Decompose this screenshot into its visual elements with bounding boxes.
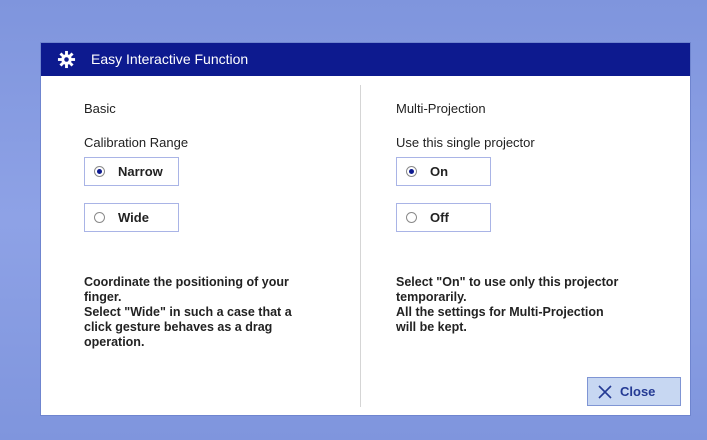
calibration-range-label: Calibration Range <box>84 135 189 150</box>
option-on-label: On <box>430 164 449 179</box>
dialog-title: Easy Interactive Function <box>91 51 249 67</box>
gear-icon <box>57 50 76 69</box>
radio-selected-icon <box>94 166 105 177</box>
option-off[interactable]: Off <box>396 203 491 232</box>
radio-unselected-icon <box>406 212 417 223</box>
close-button-label: Close <box>620 384 656 399</box>
option-narrow-label: Narrow <box>118 164 163 179</box>
radio-selected-icon <box>406 166 417 177</box>
single-projector-label: Use this single projector <box>396 135 535 150</box>
multi-projection-description: Select "On" to use only this projector t… <box>396 275 619 334</box>
option-on[interactable]: On <box>396 157 491 186</box>
basic-section-title: Basic <box>84 101 116 116</box>
basic-description: Coordinate the positioning of your finge… <box>84 275 292 349</box>
option-off-label: Off <box>430 210 449 225</box>
option-wide[interactable]: Wide <box>84 203 179 232</box>
radio-unselected-icon <box>94 212 105 223</box>
easy-interactive-dialog: Easy Interactive Function Basic Calibrat… <box>41 43 690 415</box>
option-wide-label: Wide <box>118 210 149 225</box>
column-divider <box>360 85 361 407</box>
dialog-titlebar: Easy Interactive Function <box>41 43 690 76</box>
close-icon <box>598 385 612 399</box>
option-narrow[interactable]: Narrow <box>84 157 179 186</box>
multi-projection-section-title: Multi-Projection <box>396 101 486 116</box>
close-button[interactable]: Close <box>587 377 681 406</box>
